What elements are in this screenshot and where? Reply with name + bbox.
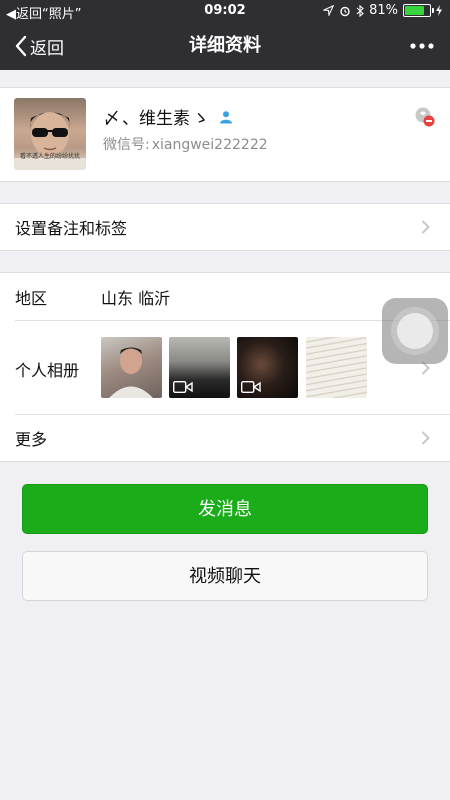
photo-person <box>109 347 153 398</box>
region-value: 山东 临沂 <box>101 288 171 308</box>
status-indicators: 81% <box>323 3 442 18</box>
nickname-prefix: 〆 <box>103 109 120 129</box>
bluetooth-icon <box>356 4 364 17</box>
back-button[interactable]: 返回 <box>14 22 64 70</box>
profile-card: 看不透人生的纷纷扰扰 〆 、维生素 ゝ 微信号: xiangwei222222 <box>0 87 450 182</box>
chevron-left-icon <box>15 35 27 57</box>
avatar-caption: 看不透人生的纷纷扰扰 <box>19 153 80 160</box>
remark-and-tags-label: 设置备注和标签 <box>15 219 128 238</box>
chevron-right-icon <box>421 431 430 445</box>
region-label: 地区 <box>15 288 48 308</box>
nickname-text: 、维生素 <box>122 109 190 129</box>
battery-percent: 81% <box>369 3 398 18</box>
status-bar: ◀返回“照片” 09:02 81% <box>0 0 450 22</box>
remark-and-tags-row[interactable]: 设置备注和标签 <box>0 203 450 251</box>
battery-level <box>405 6 424 15</box>
nav-bar: 返回 详细资料 <box>0 22 450 70</box>
battery-icon <box>403 4 434 17</box>
chevron-right-icon <box>421 220 430 234</box>
more-row[interactable]: 更多 <box>0 415 450 461</box>
album-photo[interactable] <box>101 337 162 398</box>
album-label: 个人相册 <box>15 361 80 380</box>
more-options-button[interactable] <box>410 22 434 70</box>
nickname-suffix: ゝ <box>192 109 209 129</box>
video-icon <box>173 381 193 393</box>
album-video[interactable] <box>237 337 298 398</box>
nickname: 〆 、维生素 ゝ <box>101 104 233 129</box>
wechat-id-row: 微信号: xiangwei222222 <box>101 134 268 154</box>
assistive-touch-center <box>397 313 433 349</box>
wechat-id-value: xiangwei222222 <box>151 137 268 153</box>
video-icon <box>241 381 261 393</box>
blocked-icon <box>415 107 435 127</box>
assistive-touch-button[interactable] <box>382 298 448 364</box>
male-user-icon <box>220 110 232 123</box>
back-label: 返回 <box>30 38 64 59</box>
wechat-id-label: 微信号: <box>103 137 150 153</box>
send-message-button[interactable]: 发消息 <box>22 484 428 534</box>
alarm-icon <box>340 6 350 16</box>
page-title: 详细资料 <box>189 35 261 56</box>
ellipsis-icon <box>410 43 434 49</box>
album-photo[interactable] <box>306 337 367 398</box>
album-video[interactable] <box>169 337 230 398</box>
charging-icon <box>436 5 442 16</box>
info-card: 地区 山东 临沂 个人相册 更多 <box>0 272 450 462</box>
video-chat-button[interactable]: 视频聊天 <box>22 551 428 601</box>
location-icon <box>323 5 335 16</box>
more-label: 更多 <box>15 430 48 449</box>
blocked-status-button[interactable] <box>414 106 436 132</box>
avatar[interactable]: 看不透人生的纷纷扰扰 <box>14 98 86 170</box>
